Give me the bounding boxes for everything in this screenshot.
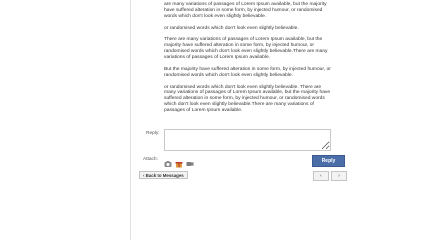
back-to-messages-button[interactable]: ‹ Back to Messages	[139, 171, 188, 179]
reply-label: Reply:	[146, 131, 160, 136]
message-paragraph: humour, or randomised words which don't …	[164, 0, 331, 19]
prev-button[interactable]: ‹	[313, 171, 329, 181]
reply-button[interactable]: Reply	[312, 155, 345, 167]
pager: ‹ ›	[313, 171, 347, 181]
attach-icon-group	[164, 155, 194, 168]
video-icon[interactable]	[186, 155, 194, 166]
message-body: humour, or randomised words which don't …	[164, 0, 334, 120]
message-paragraph: But the majority have suffered alteratio…	[164, 66, 331, 78]
message-paragraph: There are many variations of passages of…	[164, 37, 328, 61]
reply-textarea[interactable]	[164, 129, 331, 151]
attach-label: Attach:	[143, 157, 158, 162]
gift-icon[interactable]	[175, 155, 183, 168]
message-paragraph: or randomised words which don't look eve…	[164, 84, 331, 114]
camera-icon[interactable]	[164, 155, 172, 167]
next-button[interactable]: ›	[331, 171, 347, 181]
content-left-border	[130, 0, 131, 240]
message-paragraph: or randomised words which don't look eve…	[164, 25, 299, 31]
